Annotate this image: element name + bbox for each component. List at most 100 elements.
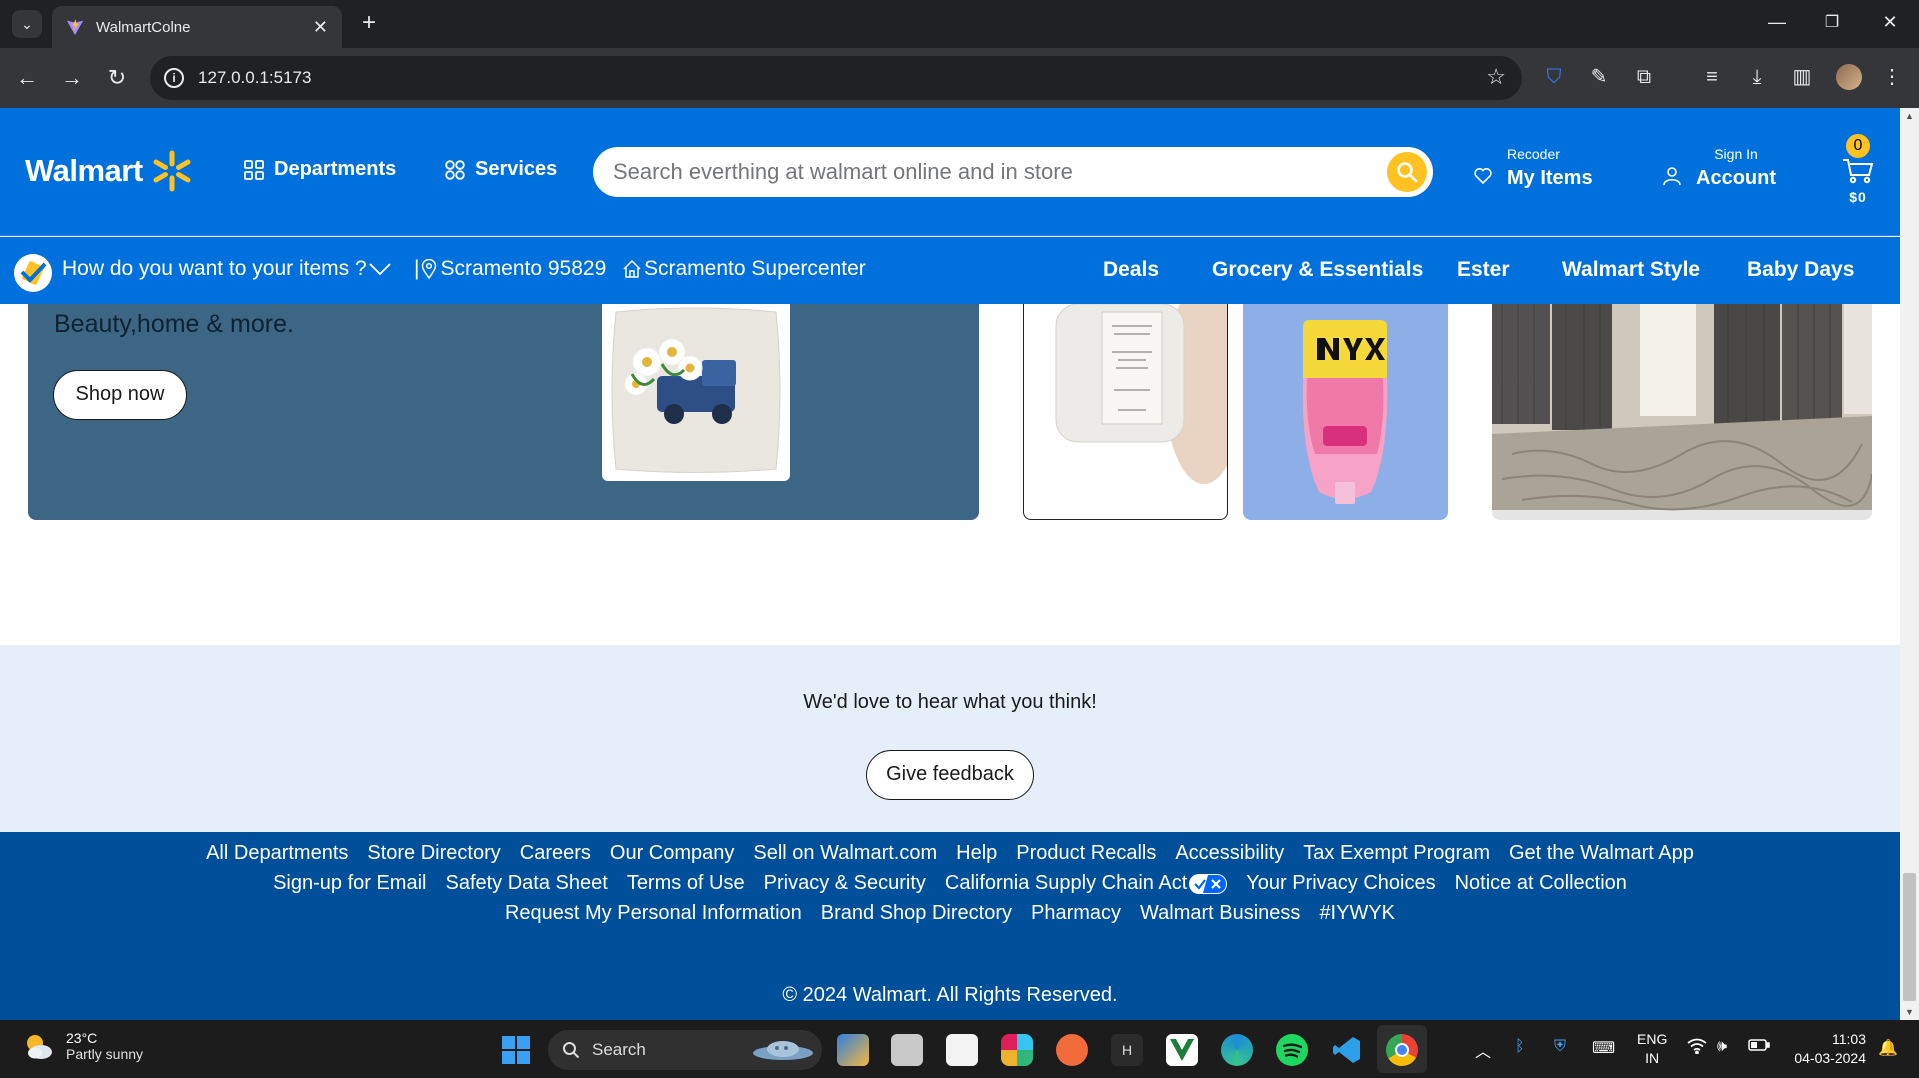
vuetify-app-icon[interactable] [1166,1034,1198,1066]
reload-icon[interactable]: ↻ [102,63,132,93]
footer-link[interactable]: Accessibility [1175,842,1284,865]
bookmark-star-icon[interactable]: ☆ [1486,64,1506,90]
footer-link[interactable]: #IYWYK [1319,902,1395,925]
back-icon[interactable]: ← [12,63,42,93]
footer-link[interactable]: Product Recalls [1016,842,1156,865]
nav-link-ester[interactable]: Ester [1457,258,1510,282]
departments-label: Departments [274,158,397,180]
keyboard-icon[interactable]: ⌨ [1592,1038,1615,1058]
windows-taskbar: 23°C Partly sunny Search H ︿ ᛒ ⛨ ⌨ ENG I… [0,1020,1919,1078]
cart-button[interactable]: 0 $0 [1838,134,1878,205]
slack-app-icon[interactable] [1001,1034,1033,1066]
pillow-product-image[interactable] [602,304,790,481]
footer-link[interactable]: Tax Exempt Program [1303,842,1490,865]
spotify-app-icon[interactable] [1276,1034,1308,1066]
browser-tab[interactable]: WalmartColne ✕ [52,6,342,48]
weather-widget[interactable]: 23°C Partly sunny [22,1030,143,1062]
battery-icon[interactable] [1748,1038,1770,1057]
services-button[interactable]: Services [444,158,557,181]
candle-product-card[interactable] [1023,304,1228,520]
nav-link-grocery[interactable]: Grocery & Essentials [1212,258,1423,282]
security-shield-icon[interactable]: ⛨ [1554,1038,1566,1056]
footer-link[interactable]: Sell on Walmart.com [753,842,937,865]
footer-link[interactable]: Terms of Use [627,872,745,895]
store-location[interactable]: Scramento Supercenter [622,257,866,281]
scroll-down-arrow-icon[interactable]: ▼ [1900,1004,1919,1020]
footer-link[interactable]: Store Directory [367,842,500,865]
volume-icon[interactable]: 🕪 [1717,1038,1727,1056]
scroll-up-arrow-icon[interactable]: ▲ [1900,108,1919,124]
copilot-app-icon[interactable] [837,1034,869,1066]
side-panel-icon[interactable]: ▥ [1788,63,1816,91]
microsoft-store-app-icon[interactable] [946,1034,978,1066]
tab-search-button[interactable]: ⌄ [12,10,42,38]
downloads-icon[interactable]: ⤓ [1743,63,1771,91]
footer-link[interactable]: Notice at Collection [1455,872,1627,895]
forward-icon[interactable]: → [57,63,87,93]
menu-kebab-icon[interactable]: ⋮ [1878,63,1906,91]
language-indicator[interactable]: ENG IN [1637,1030,1667,1068]
footer-link[interactable]: Privacy & Security [764,872,926,895]
bluetooth-icon[interactable]: ᛒ [1515,1038,1525,1056]
page-scrollbar[interactable]: ▲ ▼ [1900,108,1919,1020]
weather-desc: Partly sunny [66,1046,144,1062]
postman-app-icon[interactable] [1056,1034,1088,1066]
eyedropper-icon[interactable]: ✎ [1585,63,1613,91]
footer-link[interactable]: All Departments [206,842,348,865]
footer-link[interactable]: Our Company [610,842,735,865]
footer-link[interactable]: Brand Shop Directory [821,902,1012,925]
departments-button[interactable]: Departments [243,158,396,181]
minimize-icon[interactable]: — [1765,12,1789,33]
nyx-product-card[interactable] [1243,304,1448,520]
vscode-app-icon[interactable] [1331,1034,1363,1066]
address-bar[interactable]: i 127.0.0.1:5173 ☆ [150,56,1522,100]
edge-app-icon[interactable] [1221,1034,1253,1066]
search-button[interactable] [1387,152,1427,192]
shop-now-button[interactable]: Shop now [53,370,187,420]
footer-link-with-toggle[interactable]: California Supply Chain Act [945,872,1228,895]
footer-link[interactable]: Sign-up for Email [273,872,426,895]
walmart-logo[interactable]: Walmart [25,150,193,192]
rug-product-card[interactable] [1492,304,1872,520]
footer-link[interactable]: Walmart Business [1140,902,1300,925]
footer-link[interactable]: Get the Walmart App [1509,842,1694,865]
chrome-app-icon[interactable] [1386,1034,1418,1066]
system-clock[interactable]: 11:03 04-03-2024 [1786,1030,1866,1068]
nav-link-walmart-style[interactable]: Walmart Style [1562,258,1700,282]
close-tab-icon[interactable]: ✕ [313,17,328,38]
extension-shield-icon[interactable]: ⛉ [1540,63,1568,91]
footer-link[interactable]: Your Privacy Choices [1246,872,1435,895]
wifi-icon[interactable] [1687,1038,1707,1059]
restore-icon[interactable]: ❐ [1820,12,1844,32]
account-button[interactable]: Sign In Account [1662,146,1776,190]
zip-location[interactable]: | Scramento 95829 [414,257,606,281]
taskbar-search[interactable]: Search [548,1030,822,1070]
extensions-puzzle-icon[interactable]: ⧉ [1630,63,1658,91]
account-label: Account [1696,167,1776,189]
site-info-icon[interactable]: i [164,68,184,88]
footer-link[interactable]: Help [956,842,997,865]
notification-bell-icon[interactable]: 🔔 [1878,1038,1898,1058]
nav-link-deals[interactable]: Deals [1103,258,1159,282]
profile-avatar[interactable] [1836,64,1862,90]
footer-link[interactable]: Pharmacy [1031,902,1121,925]
footer-link[interactable]: Request My Personal Information [505,902,802,925]
delivery-options-icon[interactable] [14,254,52,292]
give-feedback-button[interactable]: Give feedback [866,750,1034,800]
file-explorer-app-icon[interactable] [891,1034,923,1066]
media-control-icon[interactable]: ≡ [1698,63,1726,91]
reorder-button[interactable]: Recoder My Items [1473,146,1593,190]
nav-link-baby-days[interactable]: Baby Days [1747,258,1854,282]
footer-link[interactable]: Careers [520,842,591,865]
footer-link[interactable]: Safety Data Sheet [445,872,607,895]
hoppscotch-app-icon[interactable]: H [1111,1034,1143,1066]
close-window-icon[interactable]: ✕ [1878,12,1902,33]
search-input[interactable] [613,147,1353,197]
start-windows-icon[interactable] [502,1036,530,1064]
my-items-label: My Items [1507,167,1593,189]
new-tab-button[interactable]: + [355,10,383,38]
scrollbar-thumb[interactable] [1903,873,1916,1001]
services-label: Services [475,158,558,180]
delivery-prompt[interactable]: How do you want to your items ? [62,257,391,281]
show-hidden-icons-chevron-icon[interactable]: ︿ [1475,1038,1491,1062]
